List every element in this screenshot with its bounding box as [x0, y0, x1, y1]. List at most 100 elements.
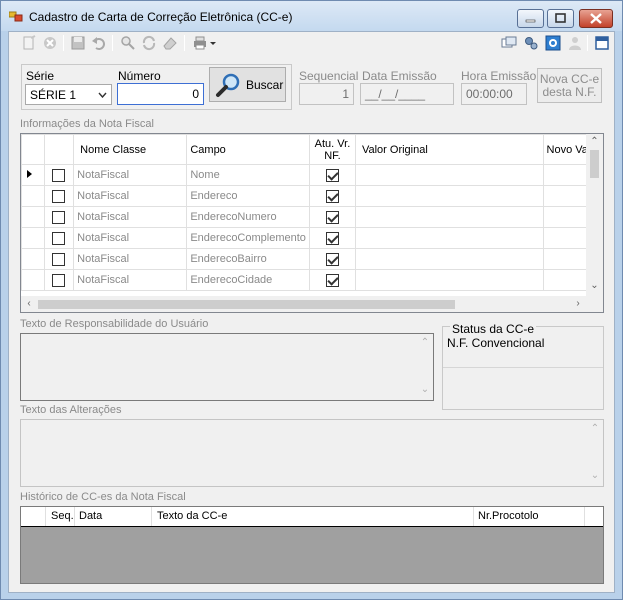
historico-grid[interactable]: Seq. Data Texto da CC-e Nr.Procotolo: [20, 506, 604, 584]
grid-hscroll-thumb[interactable]: [38, 300, 455, 309]
valor-original-cell[interactable]: [354, 185, 544, 207]
select-cell[interactable]: [43, 206, 75, 228]
scroll-up-icon[interactable]: ⌃: [589, 423, 601, 435]
nome-classe-cell[interactable]: NotaFiscal: [73, 269, 188, 291]
minimize-button[interactable]: [517, 9, 544, 28]
atu-vr-cell[interactable]: [308, 164, 356, 186]
table-row[interactable]: NotaFiscal EnderecoNumero: [21, 206, 603, 228]
col-atu-vr[interactable]: Atu. Vr. NF.: [308, 134, 356, 165]
atu-vr-checkbox[interactable]: [325, 210, 339, 224]
table-row[interactable]: NotaFiscal Endereco: [21, 185, 603, 207]
table-row[interactable]: NotaFiscal EnderecoCidade: [21, 269, 603, 291]
atu-vr-cell[interactable]: [308, 227, 356, 249]
row-header-cell[interactable]: [21, 248, 45, 270]
row-checkbox[interactable]: [52, 231, 66, 245]
user-icon[interactable]: [567, 35, 583, 51]
select-cell[interactable]: [43, 185, 75, 207]
campo-cell[interactable]: EnderecoCidade: [186, 269, 310, 291]
buscar-button[interactable]: Buscar: [209, 67, 286, 102]
col-nome-classe[interactable]: Nome Classe: [73, 134, 188, 165]
campo-cell[interactable]: Nome: [186, 164, 310, 186]
nota-fiscal-grid[interactable]: Nome Classe Campo Atu. Vr. NF. Valor Ori…: [20, 133, 604, 313]
alteracoes-textarea[interactable]: ⌃ ⌄: [20, 419, 604, 487]
col-texto-cce[interactable]: Texto da CC-e: [157, 510, 227, 522]
nome-classe-cell[interactable]: NotaFiscal: [73, 206, 188, 228]
select-cell[interactable]: [43, 164, 75, 186]
select-cell[interactable]: [43, 269, 75, 291]
row-checkbox[interactable]: [52, 210, 66, 224]
nome-classe-cell[interactable]: NotaFiscal: [73, 185, 188, 207]
valor-original-cell[interactable]: [354, 269, 544, 291]
campo-cell[interactable]: EnderecoNumero: [186, 206, 310, 228]
row-header-cell[interactable]: [21, 185, 45, 207]
col-data[interactable]: Data: [79, 510, 102, 522]
print-icon[interactable]: [192, 35, 208, 51]
atu-vr-cell[interactable]: [308, 269, 356, 291]
select-cell[interactable]: [43, 248, 75, 270]
new-icon[interactable]: [21, 35, 37, 51]
campo-cell[interactable]: EnderecoComplemento: [186, 227, 310, 249]
row-header-cell[interactable]: [21, 206, 45, 228]
col-campo[interactable]: Campo: [186, 134, 310, 165]
select-column-header[interactable]: [43, 134, 75, 165]
atu-vr-checkbox[interactable]: [325, 189, 339, 203]
campo-cell[interactable]: Endereco: [186, 185, 310, 207]
row-checkbox[interactable]: [52, 273, 66, 287]
responsabilidade-textarea[interactable]: ⌃ ⌄: [20, 333, 434, 401]
valor-original-cell[interactable]: [354, 206, 544, 228]
row-header-cell[interactable]: [21, 269, 45, 291]
close-button[interactable]: [579, 9, 613, 28]
scroll-down-icon[interactable]: ⌄: [419, 384, 431, 396]
serie-select[interactable]: SÉRIE 1: [25, 84, 112, 105]
numero-input[interactable]: 0: [117, 83, 204, 105]
scroll-down-icon[interactable]: ⌄: [589, 470, 601, 482]
atu-vr-checkbox[interactable]: [325, 231, 339, 245]
chevron-down-icon[interactable]: [208, 35, 218, 51]
maximize-button[interactable]: [547, 9, 574, 28]
grid-horizontal-scrollbar[interactable]: ‹ ›: [21, 296, 603, 312]
grid-vscroll-thumb[interactable]: [590, 150, 599, 178]
atu-vr-checkbox[interactable]: [325, 273, 339, 287]
hora-emissao-input[interactable]: 00:00:00: [461, 83, 527, 105]
save-icon[interactable]: [70, 35, 86, 51]
col-valor-original[interactable]: Valor Original: [354, 134, 544, 165]
help-icon[interactable]: [545, 35, 561, 51]
table-row[interactable]: NotaFiscal EnderecoBairro: [21, 248, 603, 270]
title-bar[interactable]: Cadastro de Carta de Correção Eletrônica…: [1, 1, 622, 31]
atu-vr-checkbox[interactable]: [325, 168, 339, 182]
nova-cce-button[interactable]: Nova CC-e desta N.F.: [537, 68, 602, 103]
data-emissao-input[interactable]: __/__/____: [360, 83, 454, 105]
exit-icon[interactable]: [594, 35, 610, 51]
valor-original-cell[interactable]: [354, 227, 544, 249]
sequencial-input[interactable]: 1: [299, 83, 354, 105]
scroll-up-icon[interactable]: ⌃: [586, 136, 603, 148]
eraser-icon[interactable]: [162, 35, 178, 51]
refresh-icon[interactable]: [141, 35, 157, 51]
delete-icon[interactable]: [42, 35, 58, 51]
tools-icon[interactable]: [523, 35, 539, 51]
atu-vr-cell[interactable]: [308, 206, 356, 228]
atu-vr-cell[interactable]: [308, 248, 356, 270]
row-checkbox[interactable]: [52, 168, 66, 182]
nome-classe-cell[interactable]: NotaFiscal: [73, 227, 188, 249]
row-checkbox[interactable]: [52, 189, 66, 203]
scroll-left-icon[interactable]: ‹: [22, 298, 36, 310]
col-nr-protocolo[interactable]: Nr.Procotolo: [478, 510, 539, 522]
scroll-right-icon[interactable]: ›: [571, 298, 585, 310]
atu-vr-cell[interactable]: [308, 185, 356, 207]
nome-classe-cell[interactable]: NotaFiscal: [73, 164, 188, 186]
row-header-cell[interactable]: [21, 227, 45, 249]
select-cell[interactable]: [43, 227, 75, 249]
nome-classe-cell[interactable]: NotaFiscal: [73, 248, 188, 270]
scroll-up-icon[interactable]: ⌃: [419, 337, 431, 349]
window-icon[interactable]: [501, 35, 517, 51]
search-icon[interactable]: [120, 35, 136, 51]
valor-original-cell[interactable]: [354, 248, 544, 270]
campo-cell[interactable]: EnderecoBairro: [186, 248, 310, 270]
valor-original-cell[interactable]: [354, 164, 544, 186]
table-row[interactable]: NotaFiscal EnderecoComplemento: [21, 227, 603, 249]
table-row[interactable]: NotaFiscal Nome: [21, 164, 603, 186]
grid-vertical-scrollbar[interactable]: ⌃ ⌄: [586, 134, 603, 296]
atu-vr-checkbox[interactable]: [325, 252, 339, 266]
row-checkbox[interactable]: [52, 252, 66, 266]
